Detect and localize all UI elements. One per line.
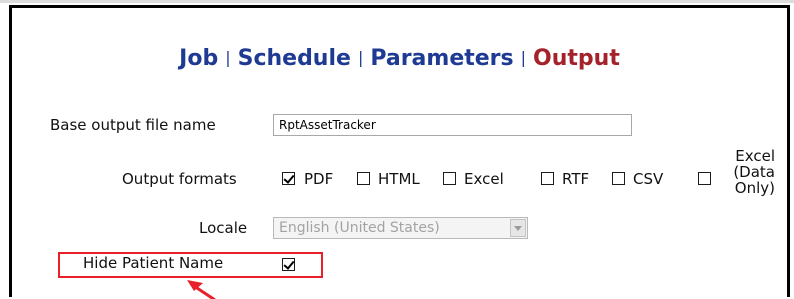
chevron-down-icon xyxy=(510,219,526,237)
csv-label: CSV xyxy=(633,170,664,188)
locale-label: Locale xyxy=(199,219,248,237)
tab-separator: | xyxy=(520,48,527,67)
hide-patient-label: Hide Patient Name xyxy=(83,254,224,272)
excel-label: Excel xyxy=(464,170,504,188)
top-strip xyxy=(0,0,794,3)
pdf-checkbox[interactable] xyxy=(282,172,295,185)
html-checkbox[interactable] xyxy=(357,172,370,185)
excel-checkbox[interactable] xyxy=(443,172,456,185)
locale-value: English (United States) xyxy=(279,220,440,236)
base-output-file-name-input[interactable] xyxy=(273,114,632,136)
tab-separator: | xyxy=(225,48,231,67)
output-formats-label: Output formats xyxy=(122,170,237,188)
html-label: HTML xyxy=(378,170,420,188)
excel-data-only-label: Excel (Data Only) xyxy=(733,147,775,197)
rtf-checkbox[interactable] xyxy=(541,172,554,185)
page: Job | Schedule | Parameters | Output Base outp… xyxy=(0,0,794,299)
annotation-arrow-icon xyxy=(187,280,216,299)
excel-data-only-checkbox[interactable] xyxy=(698,172,711,185)
rtf-label: RTF xyxy=(562,170,590,188)
base-output-label: Base output file name xyxy=(50,116,216,134)
hide-patient-checkbox[interactable] xyxy=(282,258,295,271)
pdf-label: PDF xyxy=(304,170,334,188)
locale-select[interactable]: English (United States) xyxy=(273,217,528,239)
tab-output[interactable]: Output xyxy=(533,46,620,71)
tab-parameters[interactable]: Parameters xyxy=(370,46,513,71)
tab-schedule[interactable]: Schedule xyxy=(238,46,351,71)
csv-checkbox[interactable] xyxy=(612,172,625,185)
tab-nav: Job | Schedule | Parameters | Output xyxy=(12,46,787,71)
output-panel: Job | Schedule | Parameters | Output Base outp… xyxy=(9,5,790,299)
tab-separator: | xyxy=(357,48,364,67)
tab-job[interactable]: Job xyxy=(179,46,218,71)
